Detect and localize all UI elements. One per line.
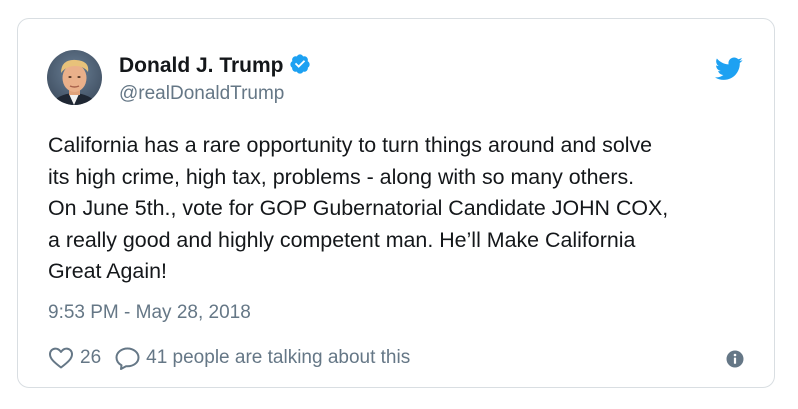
tweet-timestamp[interactable]: 9:53 PM - May 28, 2018 xyxy=(48,302,251,324)
info-circle-icon[interactable] xyxy=(726,350,744,368)
reply-button[interactable]: 41 people are talking about this xyxy=(115,346,410,370)
speech-bubble-icon xyxy=(115,347,140,370)
avatar[interactable] xyxy=(47,50,102,105)
verified-badge-icon xyxy=(289,54,310,74)
display-name-text: Donald J. Trump xyxy=(119,54,284,77)
reply-text: 41 people are talking about this xyxy=(146,347,411,368)
author-display-name[interactable]: Donald J. Trump xyxy=(119,53,311,78)
tweet-text: California has a rare opportunity to tur… xyxy=(48,133,669,283)
heart-outline-icon xyxy=(49,347,73,369)
tweet-actions: 26 41 people are talking about this xyxy=(48,345,410,371)
like-button[interactable]: 26 xyxy=(48,346,101,370)
like-count: 26 xyxy=(80,347,102,368)
avatar-image xyxy=(47,50,102,105)
tweet-card: Donald J. Trump @realDonaldTrump Califor… xyxy=(17,18,775,388)
twitter-bird-icon[interactable] xyxy=(715,57,743,81)
author-handle[interactable]: @realDonaldTrump xyxy=(119,83,284,105)
